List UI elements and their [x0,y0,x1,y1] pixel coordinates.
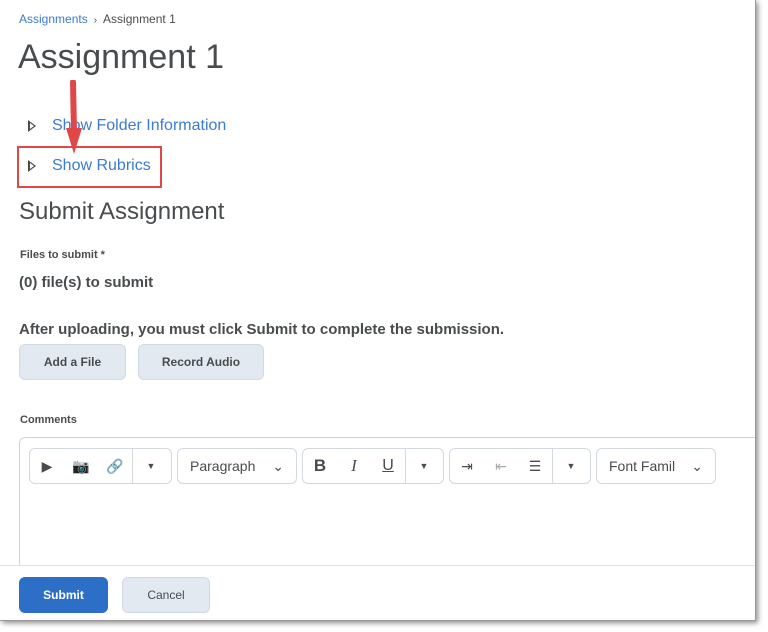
page: Assignments › Assignment 1 Assignment 1 Sh… [0,0,756,621]
footer-bar: Submit Cancel [0,565,755,620]
comments-editor[interactable]: ▶ 📷 🔗 ▼ Paragraph ⌄ B I U ▼ ⇥ ⇤ ☰ ▼ Font Famil ⌄ [19,437,755,569]
more-list-dropdown[interactable]: ▼ [552,449,589,483]
paragraph-format-select[interactable]: Paragraph ⌄ [177,448,297,484]
font-family-label: Font Famil [609,458,676,474]
paragraph-label: Paragraph [190,458,256,474]
insert-image-icon[interactable]: 📷 [64,458,98,475]
italic-button[interactable]: I [337,456,371,476]
underline-button[interactable]: U [371,457,405,475]
show-folder-information-toggle[interactable]: Show Folder Information [28,117,226,135]
more-format-dropdown[interactable]: ▼ [405,449,442,483]
text-style-group: B I U ▼ [302,448,444,484]
add-file-button[interactable]: Add a File [19,344,126,380]
highlight-box [17,146,162,188]
outdent-icon[interactable]: ⇤ [484,458,518,475]
expand-triangle-icon [28,120,36,132]
chevron-down-icon: ⌄ [272,457,284,474]
record-audio-button[interactable]: Record Audio [138,344,264,380]
list-indent-group: ⇥ ⇤ ☰ ▼ [449,448,591,484]
insert-link-icon[interactable]: 🔗 [98,458,132,475]
cancel-button[interactable]: Cancel [122,577,210,613]
bold-button[interactable]: B [303,456,337,476]
chevron-down-icon: ⌄ [691,457,703,474]
submit-assignment-heading: Submit Assignment [19,198,225,225]
font-family-select[interactable]: Font Famil ⌄ [596,448,716,484]
insert-video-icon[interactable]: ▶ [30,458,64,475]
comments-label: Comments [20,414,77,426]
more-insert-dropdown[interactable]: ▼ [132,449,169,483]
red-arrow-annotation [66,80,82,154]
breadcrumb: Assignments › Assignment 1 [19,12,176,26]
breadcrumb-separator: › [93,15,98,26]
files-to-submit-label: Files to submit * [20,249,105,261]
files-count: (0) file(s) to submit [19,274,154,291]
submit-button[interactable]: Submit [19,577,108,613]
page-title: Assignment 1 [18,38,224,76]
insert-toolbar-group: ▶ 📷 🔗 ▼ [29,448,172,484]
upload-instruction: After uploading, you must click Submit t… [19,321,505,338]
breadcrumb-assignments-link[interactable]: Assignments [19,12,88,26]
indent-icon[interactable]: ⇥ [450,458,484,475]
breadcrumb-current: Assignment 1 [103,12,176,26]
bullet-list-icon[interactable]: ☰ [518,458,552,475]
